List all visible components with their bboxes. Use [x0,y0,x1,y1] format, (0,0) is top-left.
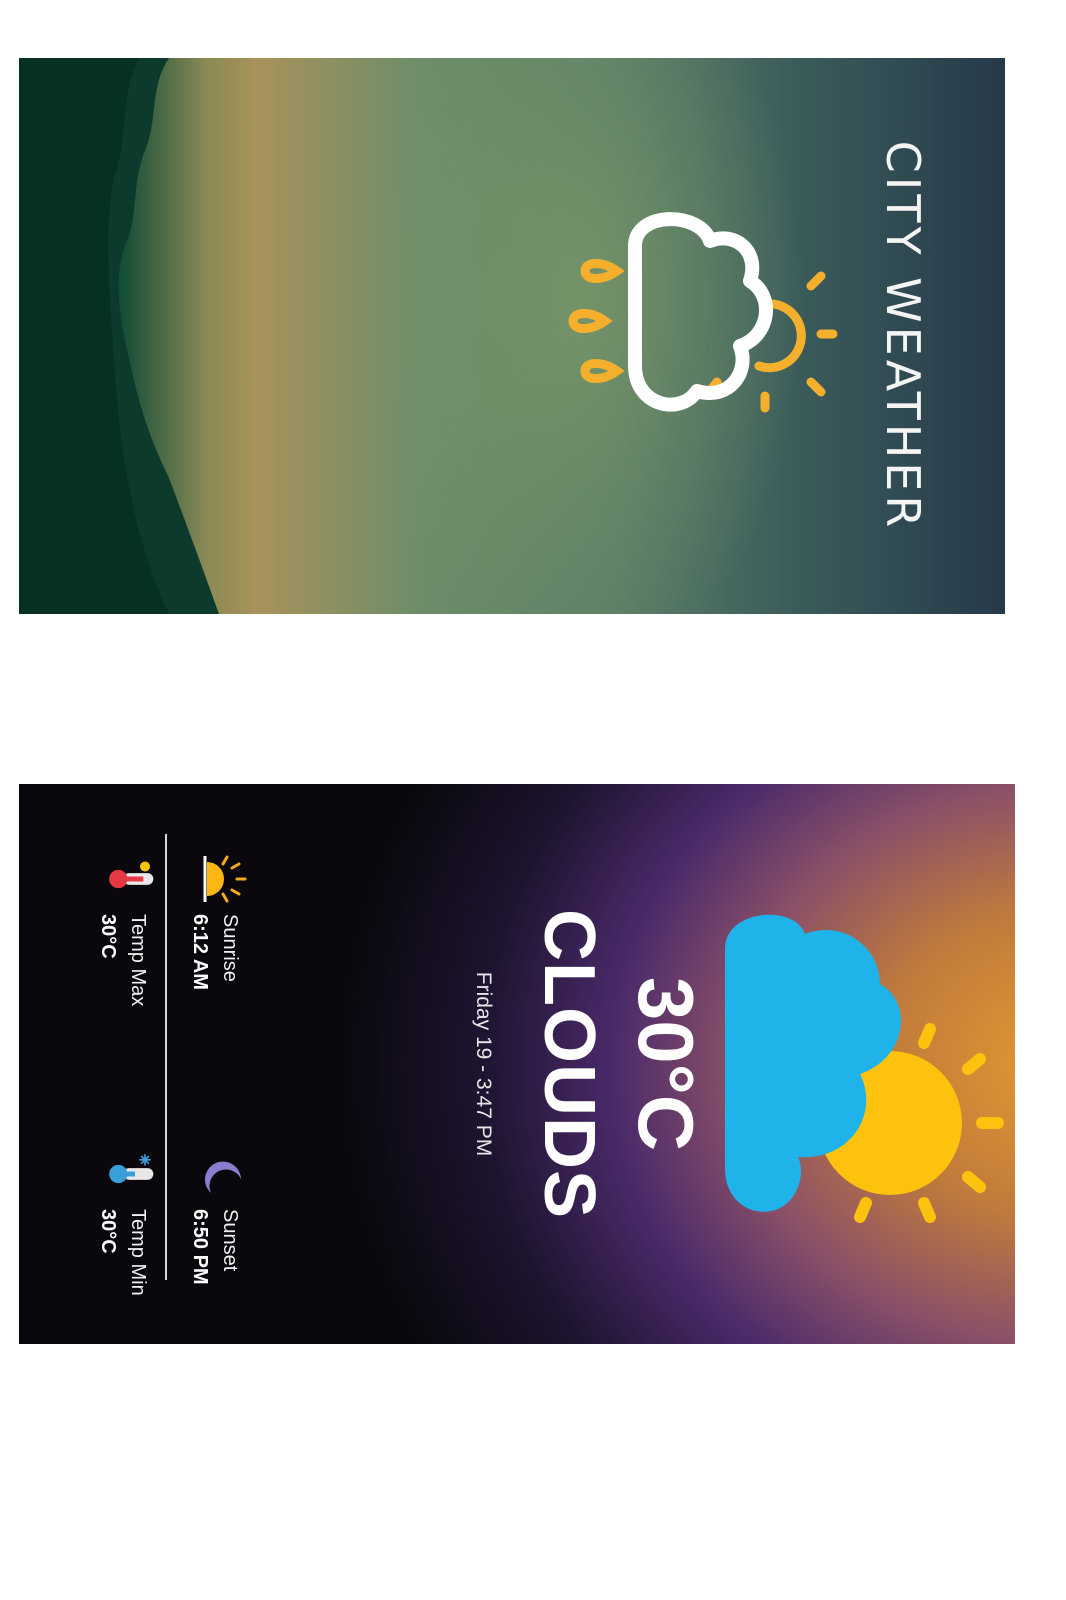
main-weather-screen: 30°C CLOUDS Friday 19 - 3:47 PM Sunrise … [19,784,1015,1344]
current-temperature: 30°C [622,976,710,1152]
sunrise-icon [203,855,247,903]
thermometer-hot-icon [109,861,154,889]
temp-max-stat: Temp Max 30°C [25,834,155,1034]
thermometer-cold-icon [109,1154,154,1184]
main-content: 30°C CLOUDS Friday 19 - 3:47 PM Sunrise … [19,784,1015,1344]
temp-max-label: Temp Max [127,914,149,1007]
temp-min-label: Temp Min [127,1209,149,1296]
sunrise-value: 6:12 AM [189,914,211,990]
temp-max-value: 30°C [97,914,119,959]
weather-condition: CLOUDS [529,909,609,1219]
cloud-sun-icon [725,914,1004,1223]
cloud-sun-rain-icon [568,212,838,413]
app-title: CITY WEATHER [876,140,930,532]
sunrise-label: Sunrise [219,914,241,982]
splash-screen: CITY WEATHER [19,58,1005,614]
date-time: Friday 19 - 3:47 PM [472,971,495,1157]
temp-min-stat: Temp Min 30°C [25,1129,155,1329]
stats-divider [165,834,167,1280]
temp-min-value: 30°C [97,1209,119,1254]
sunset-value: 6:50 PM [189,1209,211,1285]
splash-content: CITY WEATHER [19,58,1005,614]
sunset-label: Sunset [219,1209,241,1272]
moon-icon [205,1161,241,1193]
